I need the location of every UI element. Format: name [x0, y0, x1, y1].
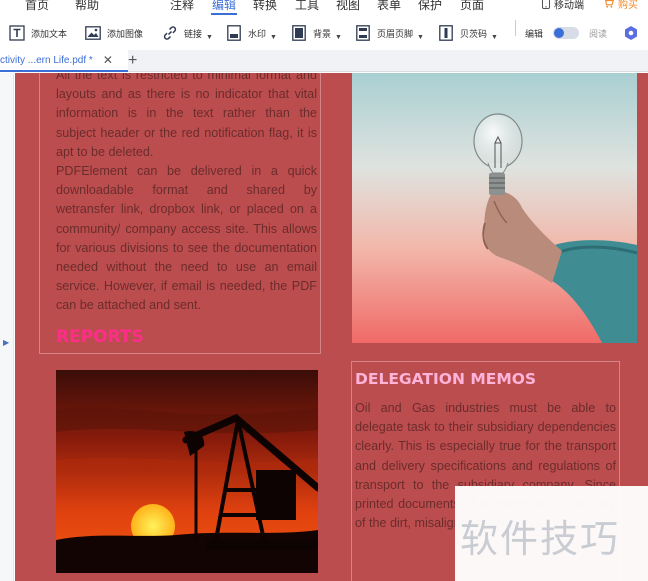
edit-mode-label-wrap: 编辑 — [525, 23, 543, 43]
phone-icon — [542, 0, 550, 14]
add-image-button[interactable]: 添加图像 — [85, 23, 143, 43]
menu-page[interactable]: 页面 — [460, 0, 484, 12]
watermark-text: 软件技巧 — [460, 517, 621, 561]
menu-protect[interactable]: 保护 — [418, 0, 442, 12]
read-mode-label-wrap: 阅读 — [589, 23, 607, 43]
header-footer-button[interactable]: 页眉页脚 ▼ — [355, 23, 424, 43]
plugin-button[interactable] — [623, 23, 645, 43]
buy-button[interactable]: 购买 — [603, 0, 638, 12]
document-tab-label: ctivity ...ern Life.pdf * — [0, 54, 93, 66]
watermark-dropdown-caret-icon[interactable]: ▼ — [270, 34, 277, 41]
expand-panel-arrow-icon[interactable]: ▶ — [3, 338, 9, 347]
menu-view[interactable]: 视图 — [336, 0, 360, 12]
image-icon — [85, 25, 101, 41]
new-tab-icon[interactable]: + — [128, 52, 137, 70]
lightbulb-photo[interactable] — [352, 73, 637, 343]
oil-pumpjack-photo-graphic — [56, 370, 318, 573]
header-footer-icon — [355, 25, 371, 41]
toggle-knob — [554, 28, 564, 38]
background-dropdown-caret-icon[interactable]: ▼ — [335, 34, 342, 41]
menu-help[interactable]: 帮助 — [75, 0, 99, 12]
read-mode-label: 阅读 — [589, 28, 608, 39]
menu-home[interactable]: 首页 — [25, 0, 49, 12]
header-footer-label: 页眉页脚 — [377, 28, 414, 39]
bates-number-button[interactable]: 贝茨码 ▼ — [438, 23, 498, 43]
delegation-memos-heading[interactable]: DELEGATION MEMOS — [355, 370, 536, 388]
add-text-button[interactable]: 添加文本 — [9, 23, 67, 43]
text-box-icon — [9, 25, 25, 41]
menu-bar: 首页 帮助 注释 编辑 转换 工具 视图 表单 保护 页面 移动端 购买 — [0, 0, 648, 15]
header-footer-dropdown-caret-icon[interactable]: ▼ — [417, 34, 424, 41]
add-text-label: 添加文本 — [31, 28, 68, 39]
buy-label: 购买 — [618, 0, 638, 12]
bates-number-icon — [438, 25, 454, 41]
add-image-label: 添加图像 — [107, 28, 144, 39]
watermark-icon — [226, 25, 242, 41]
link-label: 链接 — [184, 28, 203, 39]
document-tab[interactable]: ctivity ...ern Life.pdf * ✕ — [0, 50, 128, 72]
bates-dropdown-caret-icon[interactable]: ▼ — [491, 34, 498, 41]
menu-form[interactable]: 表单 — [377, 0, 401, 12]
mobile-label: 移动端 — [554, 0, 584, 12]
watermark-button[interactable]: 水印 ▼ — [226, 23, 277, 43]
background-icon — [291, 25, 307, 41]
background-button[interactable]: 背景 ▼ — [291, 23, 342, 43]
edit-mode-label: 编辑 — [525, 28, 544, 39]
lightbulb-photo-graphic — [352, 73, 637, 343]
menu-edit[interactable]: 编辑 — [212, 0, 236, 12]
watermark-label: 水印 — [248, 28, 267, 39]
link-icon — [162, 25, 178, 41]
watermark-overlay: 软件技巧 — [455, 486, 648, 581]
edit-read-toggle[interactable] — [553, 27, 579, 39]
link-button[interactable]: 链接 ▼ — [162, 23, 213, 43]
reports-heading[interactable]: REPORTS — [56, 327, 144, 347]
cart-icon — [603, 0, 614, 13]
edit-toolbar: 添加文本 添加图像 链接▼ 水印▼ 背景▼ 页眉页脚▼ 贝茨码▼ 编辑 — [0, 15, 648, 50]
oil-pumpjack-sunset-photo[interactable] — [56, 370, 318, 573]
menu-tools[interactable]: 工具 — [295, 0, 319, 12]
left-paragraph-2[interactable]: PDFElement can be delivered in a quick d… — [56, 162, 317, 316]
left-side-panel: ▶ — [0, 73, 14, 581]
menu-comment[interactable]: 注释 — [170, 0, 194, 12]
left-paragraph-1[interactable]: All the text is restricted to minimal fo… — [56, 73, 317, 162]
close-tab-icon[interactable]: ✕ — [103, 53, 113, 67]
menu-convert[interactable]: 转换 — [253, 0, 277, 12]
document-tab-bar: ctivity ...ern Life.pdf * ✕ + — [0, 50, 648, 72]
toolbar-divider — [515, 20, 516, 36]
link-dropdown-caret-icon[interactable]: ▼ — [206, 34, 213, 41]
bates-number-label: 贝茨码 — [460, 28, 488, 39]
background-label: 背景 — [313, 28, 332, 39]
hexagon-icon — [623, 25, 639, 41]
mobile-button[interactable]: 移动端 — [542, 0, 584, 12]
